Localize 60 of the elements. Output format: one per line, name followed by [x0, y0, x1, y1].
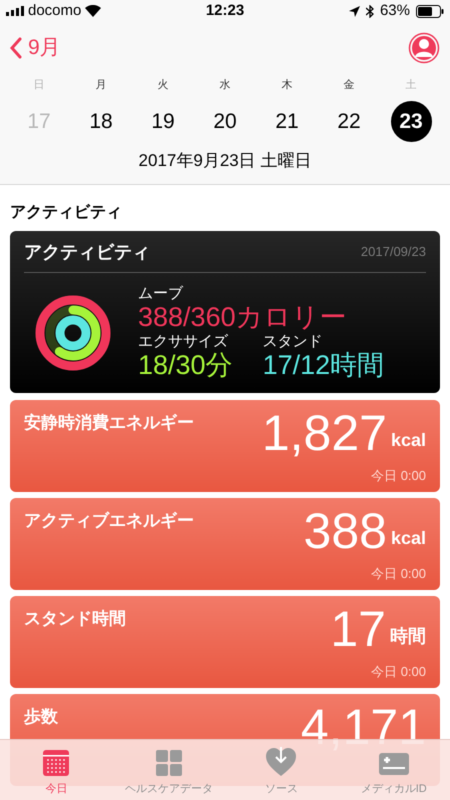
carrier-name: docomo — [28, 0, 82, 21]
card-date: 2017/09/23 — [360, 243, 426, 262]
heart-download-icon — [265, 746, 298, 776]
grid-icon — [154, 748, 183, 776]
wifi-icon — [85, 5, 102, 17]
bluetooth-icon — [366, 4, 374, 18]
profile-icon[interactable] — [408, 32, 440, 64]
metric-time: 今日 0:00 — [371, 663, 426, 681]
calendar-date[interactable]: 21 — [266, 101, 308, 142]
chevron-left-icon — [10, 37, 22, 59]
metric-title: スタンド時間 — [24, 608, 126, 630]
weekday-label: 水 — [220, 78, 230, 93]
ring-label: スタンド — [262, 332, 324, 350]
battery-icon — [416, 4, 444, 18]
metric-value: 1,827 — [262, 406, 387, 460]
metric-time: 今日 0:00 — [371, 565, 426, 583]
location-arrow-icon — [348, 6, 360, 16]
metric-title: 安静時消費エネルギー — [24, 412, 194, 434]
weekday-label: 月 — [96, 78, 106, 93]
metric-title: アクティブエネルギー — [24, 510, 194, 532]
tab[interactable]: ソース — [225, 740, 338, 800]
tab[interactable]: ヘルスケアデータ — [112, 740, 225, 800]
metric-card[interactable]: アクティブエネルギー 388 kcal 今日 0:00 — [10, 498, 440, 590]
id-card-icon — [378, 750, 410, 776]
activity-card[interactable]: アクティビティ 2017/09/23 ムーブ 388/360カロリー エクササイズ 18/30分 スタンド 17/12時間 — [10, 230, 440, 392]
calendar-date[interactable]: 22 — [328, 101, 370, 142]
ring-value: 388/360カロリー — [138, 302, 348, 332]
weekday-label: 金 — [344, 78, 354, 93]
metric-card[interactable]: スタンド時間 17 時間 今日 0:00 — [10, 596, 440, 688]
back-button[interactable]: 9月 — [10, 32, 61, 64]
section-title: アクティビティ — [10, 202, 123, 222]
calendar-date[interactable]: 20 — [204, 101, 246, 142]
metric-card[interactable]: 安静時消費エネルギー 1,827 kcal 今日 0:00 — [10, 400, 440, 492]
weekday-label: 木 — [282, 78, 292, 93]
ring-label: ムーブ — [138, 284, 184, 302]
weekday-label: 土 — [406, 78, 416, 93]
signal-icon — [6, 6, 24, 16]
tab[interactable]: 今日 — [0, 740, 112, 800]
metric-time: 今日 0:00 — [371, 467, 426, 485]
clock-time: 12:23 — [206, 0, 244, 21]
card-title: アクティビティ — [24, 240, 150, 264]
battery-percent: 63% — [380, 0, 410, 21]
calendar-date[interactable]: 23 — [390, 101, 432, 142]
metric-value: 388 — [304, 504, 387, 558]
metric-value: 17 — [330, 602, 386, 656]
selected-date-text: 2017年9月23日 土曜日 — [138, 150, 312, 172]
ring-label: エクササイズ — [138, 332, 229, 350]
ring-value: 17/12時間 — [262, 350, 384, 380]
calendar-date[interactable]: 18 — [80, 101, 122, 142]
weekday-label: 火 — [158, 78, 168, 93]
ring-value: 18/30分 — [138, 350, 233, 380]
metric-unit: 時間 — [390, 624, 426, 648]
metric-unit: kcal — [390, 526, 426, 550]
calendar-date[interactable]: 17 — [18, 101, 60, 142]
weekday-label: 日 — [34, 78, 44, 93]
metric-title: 歩数 — [24, 706, 58, 728]
calendar-date[interactable]: 19 — [142, 101, 184, 142]
calendar-icon — [42, 748, 70, 776]
tab[interactable]: メディカルID — [338, 740, 450, 800]
metric-unit: kcal — [390, 428, 426, 452]
